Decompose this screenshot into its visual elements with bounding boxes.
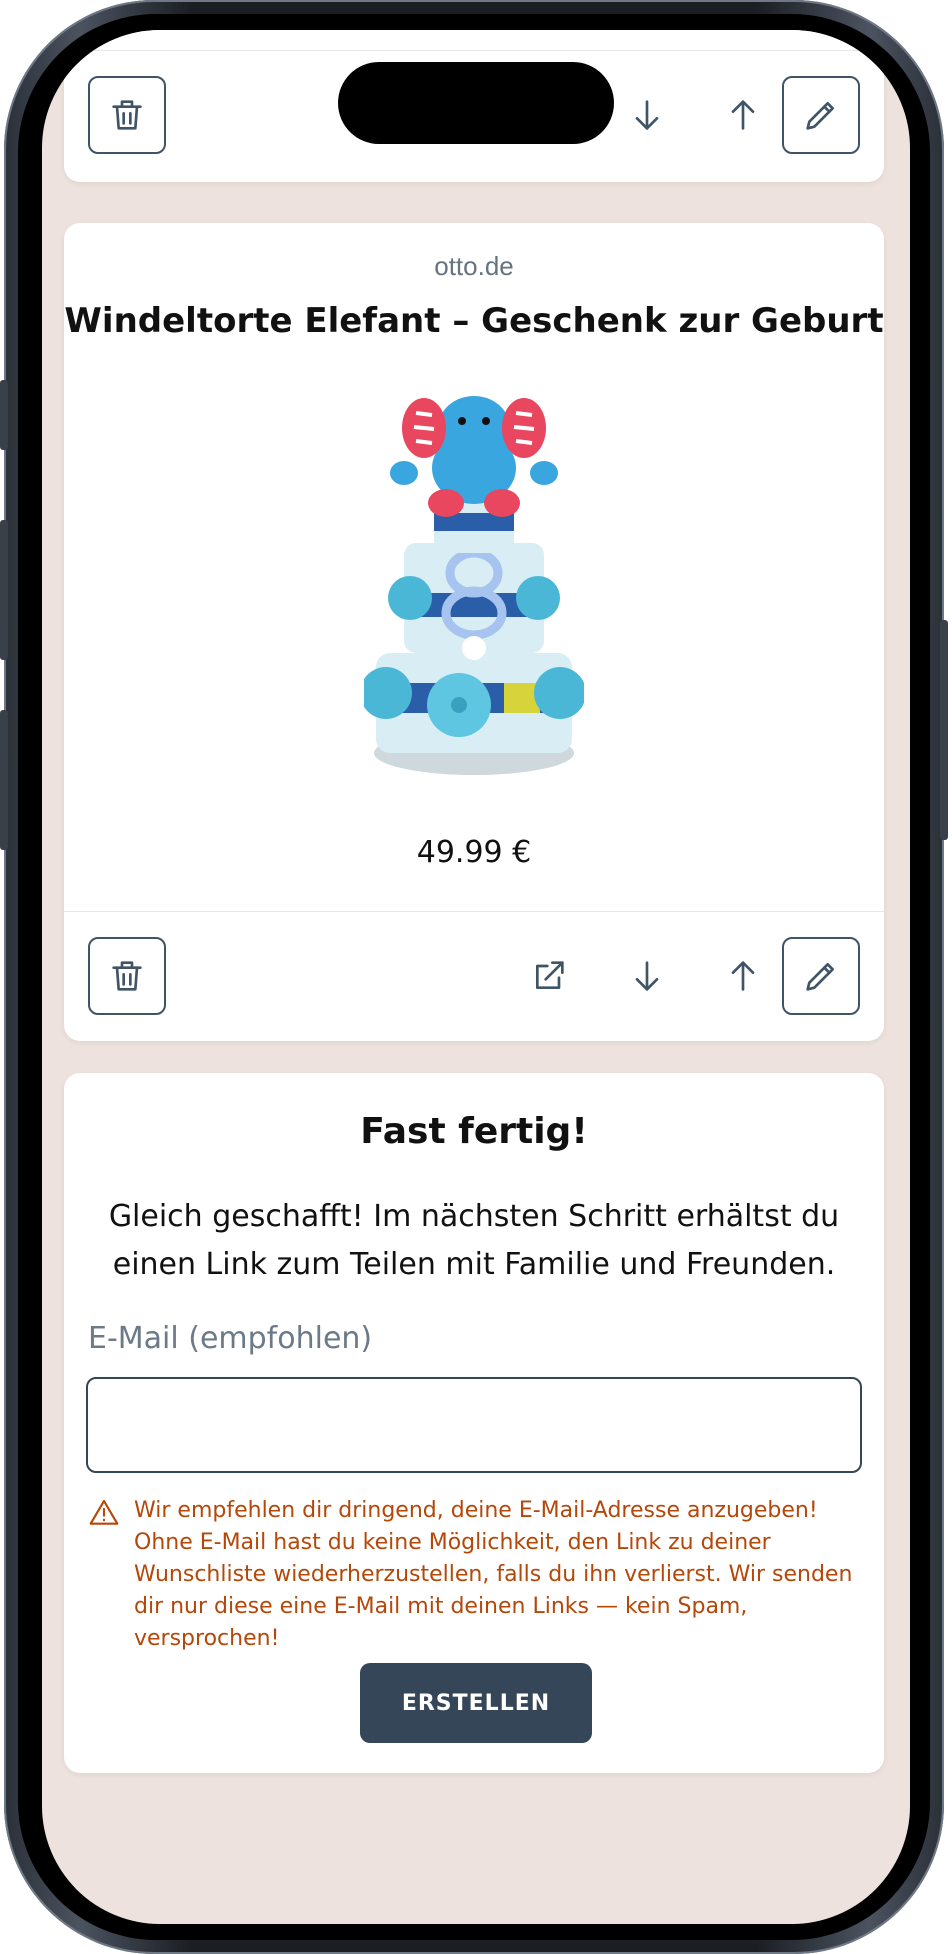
arrow-down-icon	[635, 961, 659, 991]
external-link-icon	[536, 961, 564, 989]
move-down-button[interactable]	[608, 76, 686, 154]
trash-icon	[112, 961, 142, 991]
shop-domain: otto.de	[434, 251, 514, 281]
arrow-up-icon	[731, 100, 755, 130]
warning-icon	[89, 1499, 119, 1525]
move-up-button[interactable]	[704, 76, 782, 154]
warning-text: Wir empfehlen dir dringend, deine E-Mail…	[134, 1498, 853, 1651]
finish-description: Gleich geschafft! Im nächsten Schritt er…	[108, 1199, 840, 1282]
edit-button[interactable]	[782, 937, 860, 1015]
diaper-cake-elephant-image	[364, 396, 584, 775]
pencil-icon	[806, 102, 834, 130]
product-card: otto.de Windeltorte Elefant – Geschenk z…	[64, 223, 884, 1041]
power-button	[940, 620, 948, 840]
trash-icon	[112, 100, 142, 130]
email-input[interactable]	[86, 1377, 862, 1473]
volume-down-button	[0, 710, 8, 850]
delete-button[interactable]	[88, 937, 166, 1015]
screen: otto.de Windeltorte Elefant – Geschenk z…	[42, 30, 910, 1924]
arrow-down-icon	[635, 100, 659, 130]
delete-button[interactable]	[88, 76, 166, 154]
finish-title: Fast fertig!	[360, 1111, 588, 1152]
edit-button[interactable]	[782, 76, 860, 154]
product-title: Windeltorte Elefant – Geschenk zur Gebur…	[64, 301, 884, 341]
arrow-up-icon	[731, 961, 755, 991]
move-up-button[interactable]	[704, 937, 782, 1015]
finish-card: Fast fertig! Gleich geschafft! Im nächst…	[64, 1073, 884, 1773]
silent-switch	[0, 380, 8, 450]
product-price: 49.99 €	[416, 835, 532, 870]
item-action-row	[64, 911, 884, 1042]
email-label: E-Mail (empfohlen)	[88, 1321, 373, 1356]
volume-up-button	[0, 520, 8, 660]
move-down-button[interactable]	[608, 937, 686, 1015]
open-link-button[interactable]	[510, 937, 588, 1015]
dynamic-island	[338, 62, 614, 144]
email-warning: Wir empfehlen dir dringend, deine E-Mail…	[88, 1495, 864, 1655]
create-button[interactable]: ERSTELLEN	[360, 1663, 592, 1743]
pencil-icon	[806, 963, 834, 991]
